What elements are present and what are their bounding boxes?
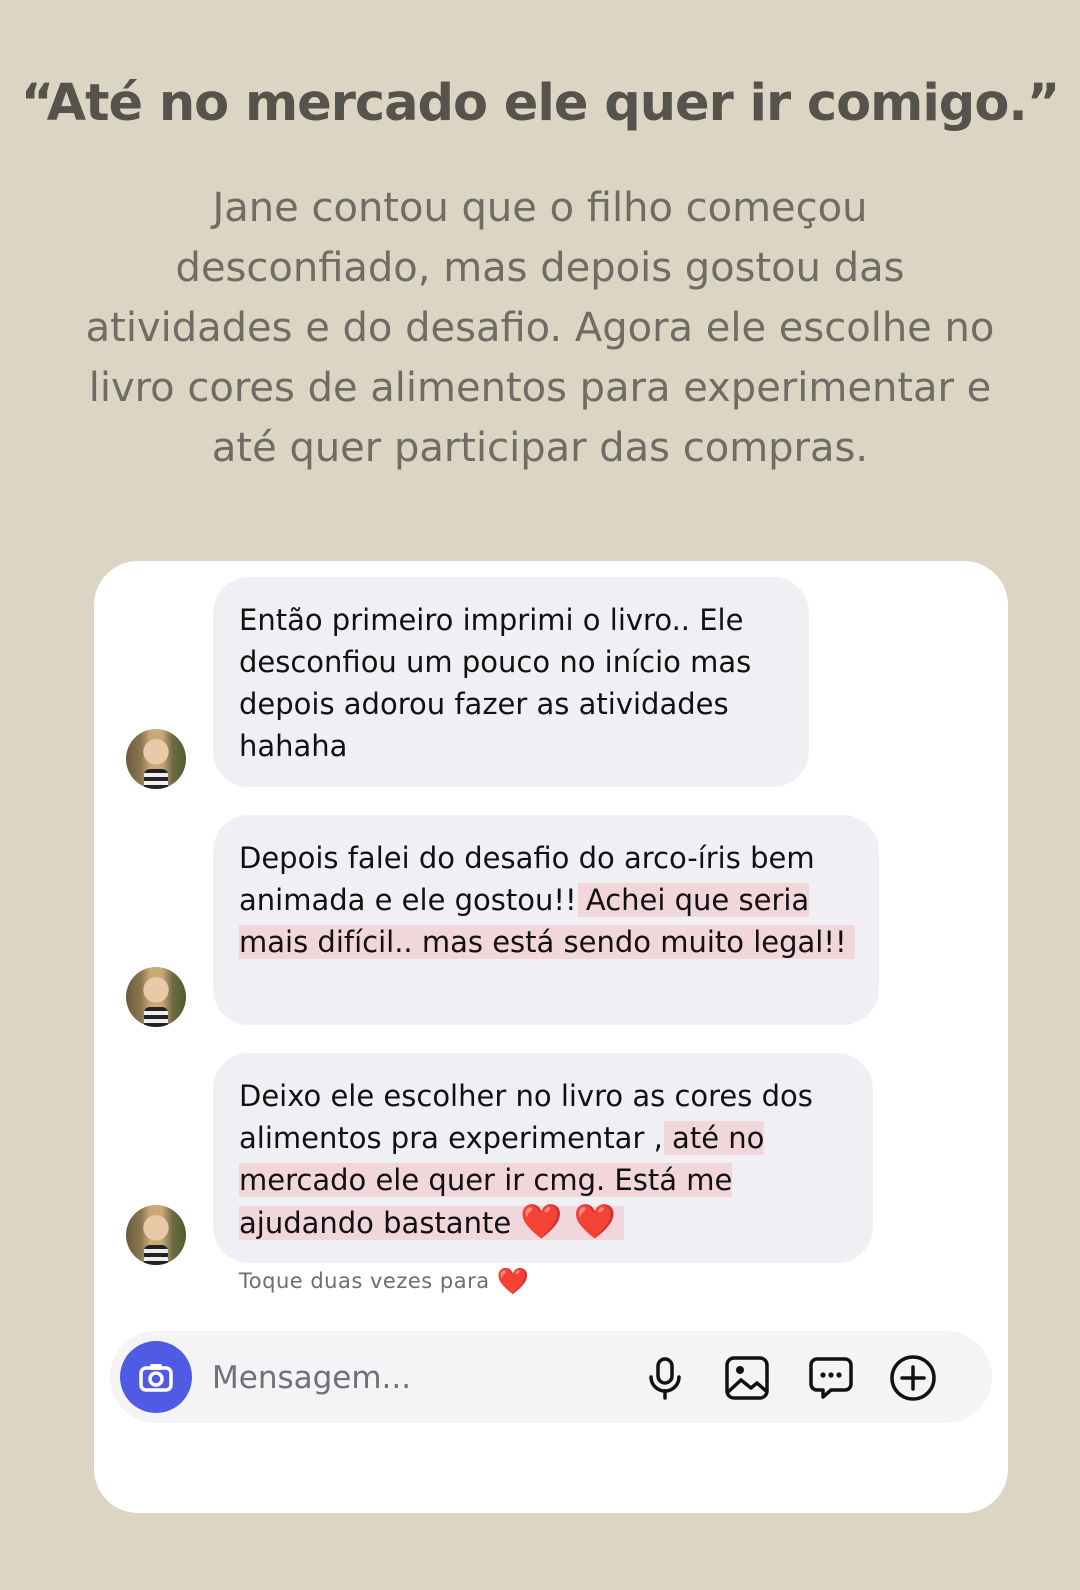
avatar[interactable] [126, 1205, 186, 1265]
reaction-hint-text: Toque duas vezes para [239, 1269, 490, 1293]
camera-button[interactable] [120, 1341, 192, 1413]
headline: “Até no mercado ele quer ir comigo.” [20, 74, 1061, 133]
message-text: Então primeiro imprimi o livro.. Ele des… [239, 603, 752, 763]
message-bubble[interactable]: Deixo ele escolher no livro as cores dos… [213, 1053, 873, 1263]
avatar[interactable] [126, 967, 186, 1027]
image-icon [725, 1356, 769, 1400]
more-button[interactable] [888, 1353, 938, 1403]
heart-emojis: ❤️ ❤️ [520, 1202, 616, 1242]
reaction-hint: Toque duas vezes para ❤️ [239, 1267, 530, 1297]
gallery-button[interactable] [722, 1353, 772, 1403]
message-bubble[interactable]: Então primeiro imprimi o livro.. Ele des… [213, 577, 809, 787]
microphone-icon [649, 1357, 681, 1400]
sticker-button[interactable] [806, 1353, 856, 1403]
chat-card: Então primeiro imprimi o livro.. Ele des… [94, 561, 1008, 1513]
plus-icon [890, 1355, 936, 1401]
message-input[interactable] [210, 1353, 614, 1403]
message-composer [110, 1331, 992, 1423]
subtitle: Jane contou que o filho começou desconfi… [85, 185, 995, 471]
heart-icon: ❤️ [496, 1267, 530, 1297]
camera-icon [139, 1364, 173, 1392]
message-bubble[interactable]: Depois falei do desafio do arco-íris bem… [213, 815, 879, 1025]
sticker-icon [809, 1357, 853, 1399]
microphone-button[interactable] [640, 1353, 690, 1403]
avatar[interactable] [126, 729, 186, 789]
